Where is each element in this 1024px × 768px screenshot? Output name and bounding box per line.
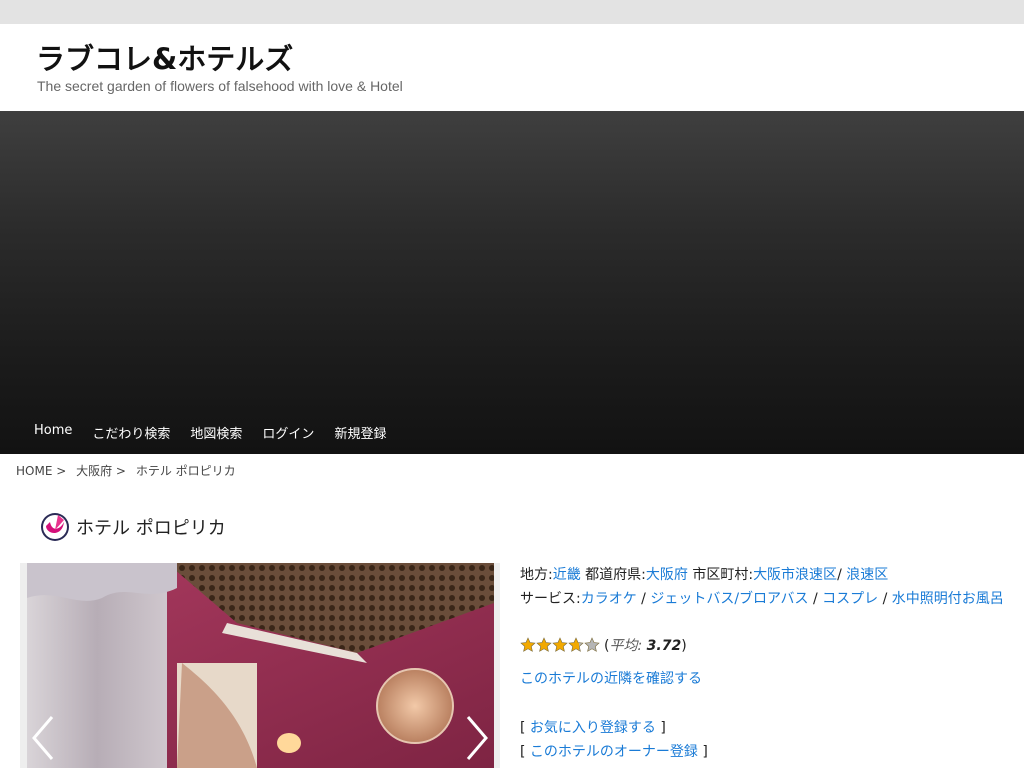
breadcrumb-current: ホテル ポロピリカ: [135, 464, 236, 478]
bracket-open: [: [520, 744, 526, 760]
region-label: 地方:: [520, 567, 553, 583]
breadcrumb: HOME > 大阪府 > ホテル ポロピリカ: [16, 462, 242, 479]
star-icon: [520, 637, 536, 652]
nav-home[interactable]: Home: [24, 423, 82, 442]
owner-register-link[interactable]: このホテルのオーナー登録: [530, 744, 698, 760]
city-label: 市区町村:: [692, 567, 754, 583]
service-link-cosplay[interactable]: コスプレ: [822, 591, 878, 607]
site-title[interactable]: ラブコレ&ホテルズ: [36, 36, 293, 78]
service-separator: /: [812, 591, 818, 607]
service-separator: /: [882, 591, 888, 607]
prefecture-label: 都道府県:: [585, 567, 646, 583]
site-header: ラブコレ&ホテルズ The secret garden of flowers o…: [0, 24, 1024, 111]
gallery-prev-arrow-icon[interactable]: [28, 713, 58, 763]
star-icon: [552, 637, 568, 652]
hotel-room-photo: [27, 563, 494, 768]
bracket-open: [: [520, 720, 526, 736]
rating-row: (平均: 3.72): [520, 633, 687, 657]
star-icon: [536, 637, 552, 652]
location-line: 地方:近畿 都道府県:大阪府 市区町村:大阪市浪速区/ 浪速区: [520, 563, 1020, 587]
breadcrumb-prefecture[interactable]: 大阪府 >: [76, 464, 126, 478]
bracket-close: ]: [660, 720, 666, 736]
avg-label: 平均:: [609, 638, 643, 654]
nav-login[interactable]: ログイン: [252, 423, 324, 442]
service-link-underwater-bath[interactable]: 水中照明付お風呂: [892, 591, 1004, 607]
city-link-1[interactable]: 大阪市浪速区: [753, 567, 837, 583]
star-icon: [568, 637, 584, 652]
hotel-name: ホテル ポロピリカ: [76, 518, 226, 539]
region-link[interactable]: 近畿: [553, 567, 581, 583]
nav-register[interactable]: 新規登録: [324, 423, 396, 442]
star-rating: [520, 637, 600, 653]
services-line: サービス:カラオケ / ジェットバス/ブロアバス / コスプレ / 水中照明付お…: [520, 587, 1020, 611]
city-link-2[interactable]: 浪速区: [846, 567, 888, 583]
star-icon: [584, 637, 600, 652]
service-separator: /: [641, 591, 646, 607]
magenta-swirl-logo-icon: [41, 513, 69, 541]
photo-gallery: [20, 563, 500, 768]
main-nav: Home こだわり検索 地図検索 ログイン 新規登録: [24, 423, 396, 442]
owner-line: [ このホテルのオーナー登録 ]: [520, 741, 708, 761]
nearby-link[interactable]: このホテルの近隣を確認する: [520, 668, 702, 688]
bracket-close: ]: [702, 744, 708, 760]
nav-map-search[interactable]: 地図検索: [180, 423, 252, 442]
top-bar: [0, 0, 1024, 24]
service-link-karaoke[interactable]: カラオケ: [581, 591, 637, 607]
avg-close-paren: ): [681, 638, 687, 654]
prefecture-link[interactable]: 大阪府: [646, 567, 688, 583]
service-link-jetbath[interactable]: ジェットバス/ブロアバス: [650, 591, 808, 607]
gallery-next-arrow-icon[interactable]: [462, 713, 492, 763]
avg-value: 3.72: [646, 638, 682, 654]
breadcrumb-home[interactable]: HOME >: [16, 464, 66, 478]
hotel-info: 地方:近畿 都道府県:大阪府 市区町村:大阪市浪速区/ 浪速区 サービス:カラオ…: [520, 563, 1020, 760]
nav-advanced-search[interactable]: こだわり検索: [82, 423, 180, 442]
hotel-title-row: ホテル ポロピリカ: [40, 512, 226, 542]
average-rating: (平均: 3.72): [604, 635, 687, 655]
service-label: サービス:: [520, 591, 581, 607]
favorite-line: [ お気に入り登録する ]: [520, 717, 666, 737]
site-tagline: The secret garden of flowers of falsehoo…: [37, 78, 403, 94]
hero-banner: Home こだわり検索 地図検索 ログイン 新規登録: [0, 111, 1024, 454]
city-separator: /: [837, 567, 842, 583]
favorite-link[interactable]: お気に入り登録する: [530, 720, 656, 736]
